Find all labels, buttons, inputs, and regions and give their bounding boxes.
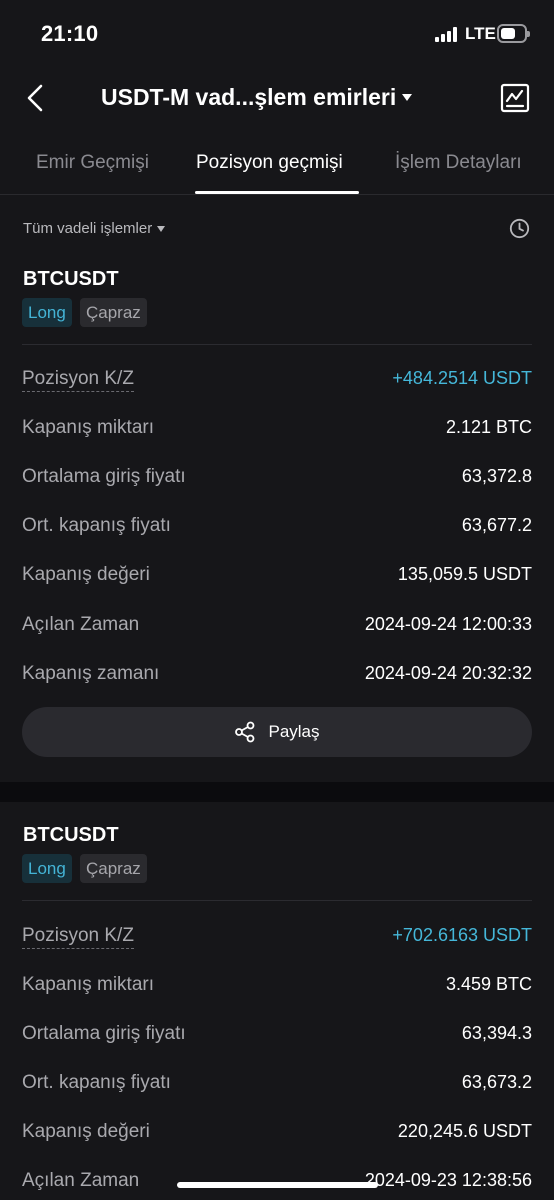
- caret-down-icon: [157, 225, 166, 232]
- row-label: Açılan Zaman: [22, 1170, 140, 1191]
- row-label: Kapanış zamanı: [22, 663, 160, 684]
- app-screen: 21:10 LTE USDT-M vad...şlem emirleri Emi…: [0, 0, 554, 1200]
- row-value: 2024-09-24 20:32:32: [364, 663, 532, 683]
- row-label: Ortalama giriş fiyatı: [22, 1023, 186, 1044]
- battery-icon: [497, 24, 530, 43]
- filter-row: Tüm vadeli işlemler: [0, 196, 554, 260]
- row-value: 2024-09-24 12:00:33: [364, 614, 532, 634]
- clock-icon: [509, 218, 530, 239]
- row-label: Kapanış değeri: [22, 564, 150, 585]
- open-time-row: Açılan Zaman 2024-09-24 12:00:33: [22, 610, 532, 640]
- row-label: Ort. kapanış fiyatı: [22, 515, 171, 536]
- pnl-row: Pozisyon K/Z +484.2514 USDT: [22, 364, 532, 394]
- close-amount-row: Kapanış miktarı 3.459 BTC: [22, 970, 532, 1000]
- share-icon: [235, 721, 255, 743]
- row-label: Açılan Zaman: [22, 614, 140, 635]
- close-value-row: Kapanış değeri 220,245.6 USDT: [22, 1117, 532, 1147]
- share-label: Paylaş: [268, 722, 320, 741]
- tab-bar: Emir Geçmişi Pozisyon geçmişi İşlem Deta…: [0, 132, 554, 195]
- status-bar: 21:10 LTE: [0, 0, 554, 68]
- filter-label: Tüm vadeli işlemler: [23, 220, 153, 237]
- position-symbol[interactable]: BTCUSDT: [23, 824, 119, 847]
- close-time-row: Kapanış zamanı 2024-09-24 20:32:32: [22, 659, 532, 689]
- row-value: +702.6163 USDT: [392, 925, 532, 945]
- chart-button[interactable]: [500, 83, 530, 113]
- row-label: Ort. kapanış fiyatı: [22, 1072, 171, 1093]
- avg-entry-price-row: Ortalama giriş fiyatı 63,394.3: [22, 1019, 532, 1049]
- close-amount-row: Kapanış miktarı 2.121 BTC: [22, 413, 532, 443]
- chart-icon: [500, 83, 530, 113]
- chevron-left-icon: [27, 84, 43, 112]
- row-label[interactable]: Pozisyon K/Z: [22, 368, 134, 392]
- page-title: USDT-M vad...şlem emirleri: [101, 84, 397, 110]
- side-badge: Long: [22, 854, 72, 883]
- home-indicator[interactable]: [177, 1182, 378, 1188]
- row-value: +484.2514 USDT: [392, 368, 532, 388]
- margin-mode-badge: Çapraz: [80, 298, 147, 327]
- position-card: BTCUSDT Long Çapraz Pozisyon K/Z +702.61…: [0, 802, 554, 1200]
- row-label: Kapanış miktarı: [22, 974, 154, 995]
- tab-trade-details[interactable]: İşlem Detayları: [395, 152, 522, 174]
- back-button[interactable]: [20, 82, 52, 114]
- futures-filter-dropdown[interactable]: Tüm vadeli işlemler: [23, 220, 166, 237]
- active-tab-indicator: [195, 191, 359, 194]
- signal-icon: [435, 26, 461, 42]
- row-value: 220,245.6 USDT: [397, 1121, 532, 1141]
- network-label: LTE: [465, 24, 496, 43]
- row-value: 63,394.3: [461, 1023, 532, 1043]
- avg-entry-price-row: Ortalama giriş fiyatı 63,372.8: [22, 462, 532, 492]
- pnl-row: Pozisyon K/Z +702.6163 USDT: [22, 921, 532, 951]
- tab-order-history[interactable]: Emir Geçmişi: [36, 152, 149, 174]
- caret-down-icon: [402, 94, 413, 101]
- header: USDT-M vad...şlem emirleri: [0, 68, 554, 132]
- row-value: 2024-09-23 12:38:56: [364, 1170, 532, 1190]
- divider: [22, 344, 532, 345]
- close-value-row: Kapanış değeri 135,059.5 USDT: [22, 560, 532, 590]
- row-value: 3.459 BTC: [445, 974, 532, 994]
- position-card: BTCUSDT Long Çapraz Pozisyon K/Z +484.25…: [0, 260, 554, 782]
- row-label: Ortalama giriş fiyatı: [22, 466, 186, 487]
- row-value: 135,059.5 USDT: [397, 564, 532, 584]
- row-value: 63,372.8: [461, 466, 532, 486]
- time-filter-button[interactable]: [509, 218, 530, 239]
- open-time-row: Açılan Zaman 2024-09-23 12:38:56: [22, 1166, 532, 1196]
- row-value: 63,673.2: [461, 1072, 532, 1092]
- row-label: Kapanış değeri: [22, 1121, 150, 1142]
- share-button[interactable]: Paylaş: [22, 707, 532, 757]
- status-time: 21:10: [41, 21, 99, 46]
- margin-mode-badge: Çapraz: [80, 854, 147, 883]
- row-label[interactable]: Pozisyon K/Z: [22, 925, 134, 949]
- row-value: 63,677.2: [461, 515, 532, 535]
- row-label: Kapanış miktarı: [22, 417, 154, 438]
- row-value: 2.121 BTC: [445, 417, 532, 437]
- tab-position-history[interactable]: Pozisyon geçmişi: [196, 152, 343, 174]
- position-symbol[interactable]: BTCUSDT: [23, 268, 119, 291]
- side-badge: Long: [22, 298, 72, 327]
- card-separator: [0, 782, 554, 802]
- battery-level: [501, 28, 515, 39]
- avg-close-price-row: Ort. kapanış fiyatı 63,673.2: [22, 1068, 532, 1098]
- title-dropdown[interactable]: USDT-M vad...şlem emirleri: [101, 84, 413, 111]
- divider: [22, 900, 532, 901]
- avg-close-price-row: Ort. kapanış fiyatı 63,677.2: [22, 511, 532, 541]
